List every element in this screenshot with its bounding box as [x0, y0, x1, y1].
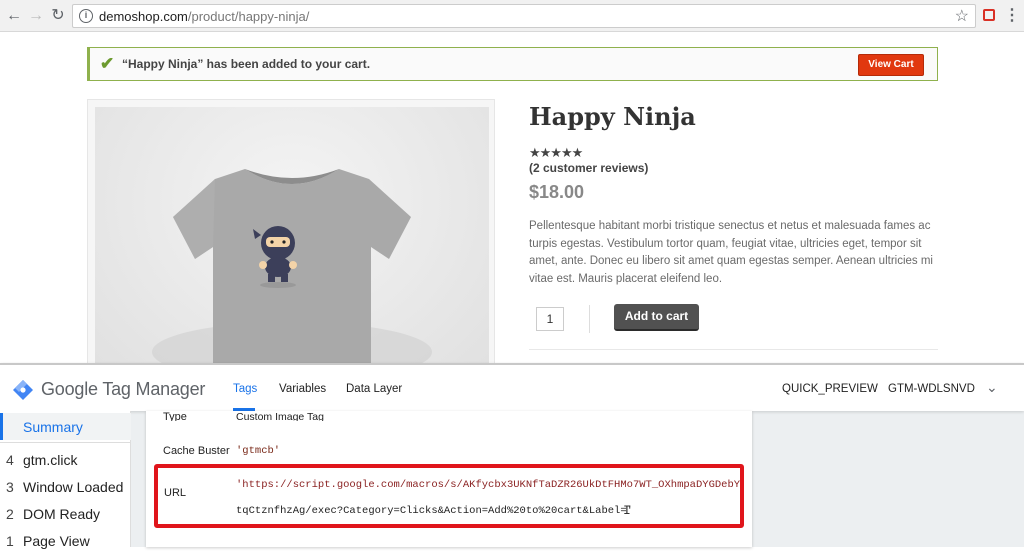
checkmark-icon: ✔	[100, 54, 115, 73]
event-timeline: Summary 4 gtm.click 3 Window Loaded 2 DO…	[0, 411, 131, 549]
address-bar[interactable]: i demoshop.com/product/happy-ninja/ ☆	[72, 4, 976, 28]
add-to-cart-button[interactable]: Add to cart	[614, 304, 699, 331]
cache-buster-value: 'gtmcb'	[236, 445, 281, 457]
gtm-debug-panel: Google Tag Manager Tags Variables Data L…	[0, 363, 1024, 549]
cart-notice-message: “Happy Ninja” has been added to your car…	[122, 57, 371, 71]
view-cart-button[interactable]: View Cart	[858, 54, 924, 76]
divider	[0, 442, 131, 443]
product-image-frame	[87, 99, 495, 382]
back-arrow-icon[interactable]: ←	[4, 6, 24, 26]
nav-item-event[interactable]: 4 gtm.click	[0, 446, 131, 473]
forward-arrow-icon[interactable]: →	[26, 6, 46, 26]
url-highlight-box	[154, 464, 744, 528]
rating-stars-icon: ★★★★★	[529, 145, 583, 160]
text-cursor-icon: I	[623, 503, 631, 518]
gtm-app-name: Google Tag Manager	[41, 379, 206, 399]
cache-buster-label: Cache Buster	[163, 445, 230, 457]
container-id-selector[interactable]: GTM-WDLSNVD	[888, 383, 975, 395]
product-description: Pellentesque habitant morbi tristique se…	[529, 220, 933, 285]
quick-preview-label: QUICK_PREVIEW	[782, 383, 878, 395]
chevron-down-icon[interactable]: ⌄	[986, 379, 998, 396]
product-price: $18.00	[529, 182, 585, 202]
nav-item-label: gtm.click	[23, 452, 78, 468]
nav-item-label: Summary	[23, 419, 83, 435]
reload-icon[interactable]: ↻	[48, 6, 68, 26]
tab-tags[interactable]: Tags	[233, 383, 257, 395]
url-value-line2[interactable]: tqCtznfhzAg/exec?Category=Clicks&Action=…	[236, 505, 633, 517]
gtm-header: Google Tag Manager Tags Variables Data L…	[0, 363, 1024, 411]
browser-menu-icon[interactable]: ⋮	[1004, 6, 1020, 26]
divider	[529, 349, 938, 350]
url-label: URL	[164, 487, 187, 499]
tab-variables[interactable]: Variables	[279, 383, 326, 395]
gtm-logo-icon	[13, 380, 33, 400]
divider	[589, 305, 590, 333]
url-value-line1[interactable]: 'https://script.google.com/macros/s/AKfy…	[236, 479, 740, 491]
extension-icon[interactable]	[983, 9, 995, 21]
ninja-tshirt-image	[152, 169, 432, 382]
tag-details-card: Type Custom Image Tag Cache Buster 'gtmc…	[146, 411, 752, 547]
event-number: 2	[6, 506, 14, 522]
nav-item-event[interactable]: 2 DOM Ready	[0, 500, 131, 527]
tab-data-layer[interactable]: Data Layer	[346, 383, 402, 395]
bookmark-star-icon[interactable]: ☆	[955, 6, 969, 26]
product-image[interactable]	[95, 107, 489, 382]
nav-item-label: Window Loaded	[23, 479, 124, 495]
reviews-link[interactable]: (2 customer reviews)	[529, 161, 648, 175]
event-number: 4	[6, 452, 14, 468]
product-title: Happy Ninja	[529, 102, 696, 131]
nav-item-event[interactable]: 1 Page View	[0, 527, 131, 554]
cart-notice: ✔ “Happy Ninja” has been added to your c…	[87, 47, 938, 81]
nav-item-label: DOM Ready	[23, 506, 101, 522]
nav-item-summary[interactable]: Summary	[0, 413, 131, 440]
quantity-input[interactable]: 1	[536, 307, 564, 331]
type-value: Custom Image Tag	[236, 411, 324, 421]
nav-item-event[interactable]: 3 Window Loaded	[0, 473, 131, 500]
url-text[interactable]: demoshop.com/product/happy-ninja/	[99, 9, 309, 24]
product-page: ✔ “Happy Ninja” has been added to your c…	[0, 33, 1024, 382]
event-number: 3	[6, 479, 14, 495]
type-label: Type	[163, 411, 187, 421]
browser-toolbar: ← → ↻ i demoshop.com/product/happy-ninja…	[0, 0, 1024, 32]
info-icon[interactable]: i	[79, 9, 93, 23]
